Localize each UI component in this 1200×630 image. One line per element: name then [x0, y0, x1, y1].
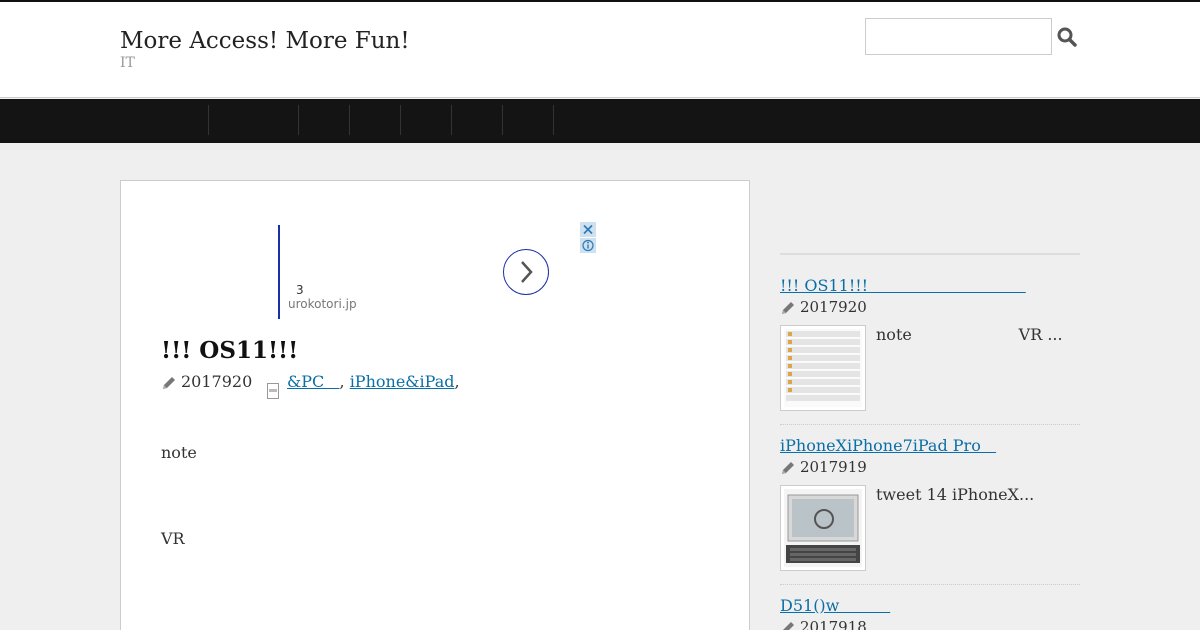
post-date: 2017920 — [181, 372, 253, 391]
category-icon — [267, 383, 279, 399]
sidebar-post-thumbnail[interactable] — [780, 485, 866, 571]
ipad-keyboard-thumbnail — [784, 489, 862, 567]
sidebar-post-title[interactable]: !!! OS11!!! — [780, 276, 1026, 295]
sidebar-post-thumbnail[interactable] — [780, 325, 866, 411]
sidebar-post-excerpt: note VR ... — [876, 325, 1063, 344]
nav-item[interactable] — [209, 99, 298, 143]
category-link[interactable]: iPhone&iPad — [350, 372, 455, 391]
info-icon — [582, 239, 594, 252]
post-title: !!! OS11!!! — [161, 337, 299, 364]
ad-next-button[interactable] — [503, 249, 549, 295]
pencil-icon — [782, 302, 794, 314]
pencil-icon — [163, 377, 175, 389]
sidebar-post-title[interactable]: D51()w — [780, 596, 890, 615]
chevron-right-icon — [521, 261, 533, 283]
pencil-icon — [783, 622, 794, 630]
nav-item-home[interactable] — [120, 99, 208, 143]
ad-domain[interactable]: urokotori.jp — [288, 297, 357, 311]
ad-info-button[interactable] — [580, 238, 596, 253]
pencil-icon — [782, 462, 794, 474]
site-title[interactable]: More Access! More Fun! — [120, 28, 410, 54]
site-description: IT — [120, 55, 135, 71]
close-icon — [583, 224, 593, 235]
nav-item[interactable] — [350, 99, 400, 143]
search-icon — [1057, 27, 1077, 47]
sidebar-post-title[interactable]: iPhoneXiPhone7iPad Pro — [780, 436, 996, 455]
article-card: 3 urokotori.jp !!! OS11!!! 2017920 &PC ,… — [120, 180, 750, 630]
nav-item[interactable] — [452, 99, 502, 143]
post-paragraph: VR — [161, 529, 185, 548]
sidebar-post-date: 2017918 — [800, 618, 867, 630]
sidebar-post-date: 2017920 — [800, 298, 867, 316]
sidebar-divider — [780, 424, 1080, 425]
post-paragraph: note — [161, 443, 197, 462]
ad-accent-bar — [278, 225, 280, 319]
search-button[interactable] — [1056, 26, 1078, 48]
site-header: More Access! More Fun! IT — [0, 0, 1200, 98]
post-categories: &PC , iPhone&iPad, — [287, 372, 460, 391]
nav-separator — [553, 105, 554, 135]
nav-item[interactable] — [503, 99, 553, 143]
ad-close-button[interactable] — [580, 222, 596, 237]
sidebar-divider — [780, 584, 1080, 585]
search-input[interactable] — [865, 18, 1052, 55]
ad-count: 3 — [296, 283, 304, 297]
sidebar-post: D51()w 2017918 — [780, 596, 1080, 630]
settings-screenshot-thumbnail — [784, 329, 862, 407]
sidebar-post: !!! OS11!!! 2017920 note VR ... — [780, 276, 1080, 425]
sidebar-post-excerpt: tweet 14 iPhoneX... — [876, 485, 1035, 504]
main-nav — [0, 99, 1200, 143]
sidebar-post-date: 2017919 — [800, 458, 867, 476]
category-link[interactable]: &PC — [287, 372, 340, 391]
nav-item[interactable] — [299, 99, 349, 143]
sidebar-post: iPhoneXiPhone7iPad Pro 2017919 tweet 14 … — [780, 436, 1080, 585]
post-meta: 2017920 &PC , iPhone&iPad, — [161, 372, 721, 399]
sidebar-rule — [780, 253, 1080, 255]
nav-item[interactable] — [401, 99, 451, 143]
